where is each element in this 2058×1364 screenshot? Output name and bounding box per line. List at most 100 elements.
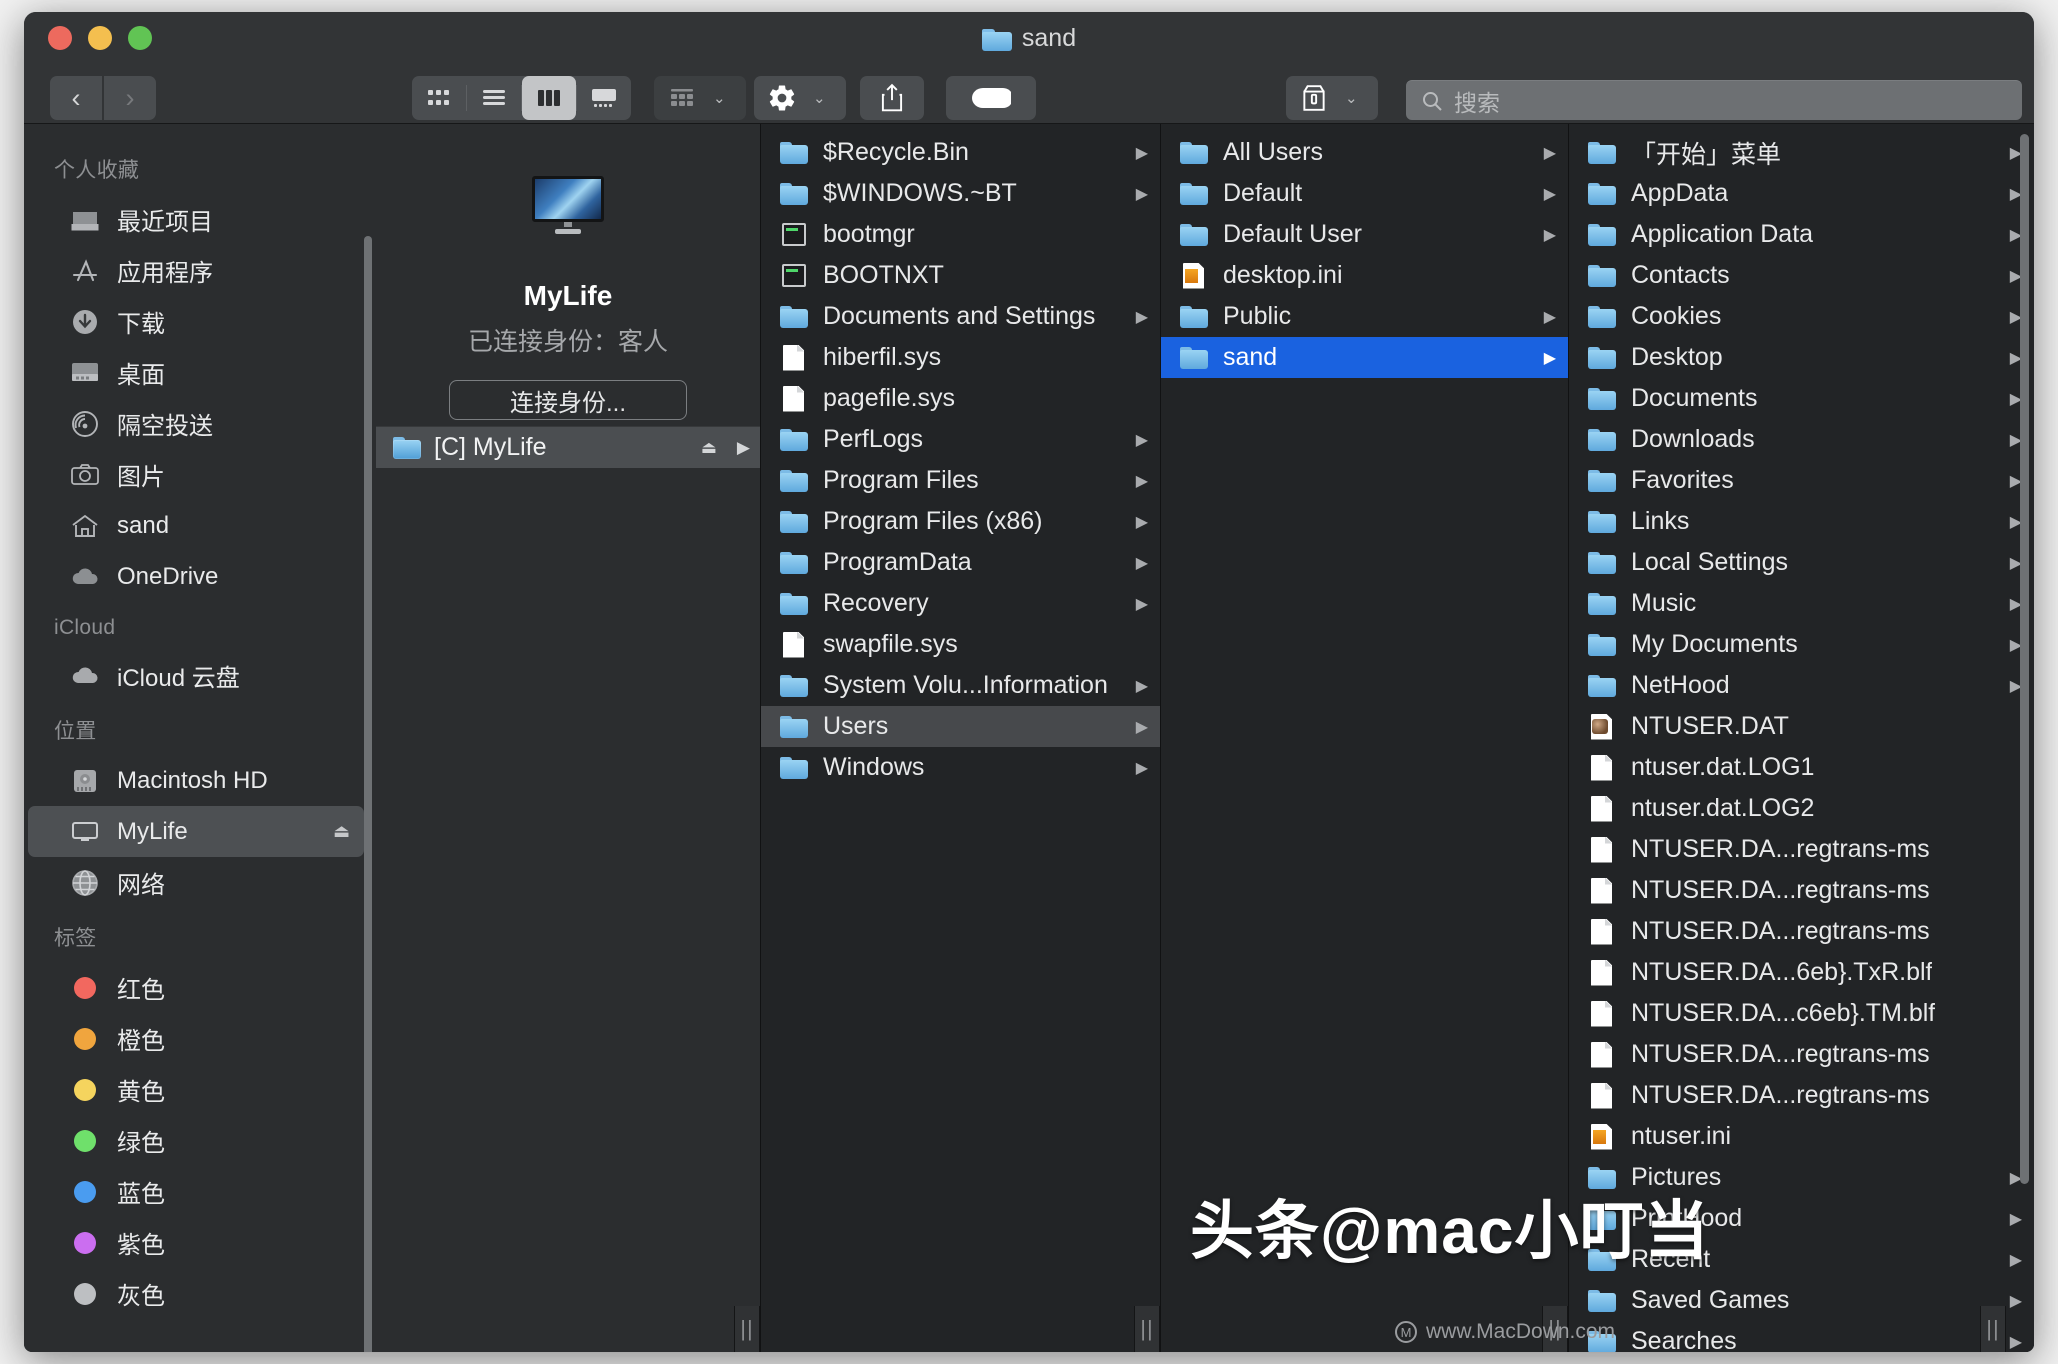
eject-icon[interactable]: ⏏ bbox=[333, 821, 350, 842]
sidebar-tag-purple[interactable]: 紫色 bbox=[28, 1217, 364, 1268]
list-item[interactable]: Music ▶ bbox=[1569, 583, 2034, 624]
list-item[interactable]: Local Settings ▶ bbox=[1569, 542, 2034, 583]
sidebar-item-applications[interactable]: 应用程序 bbox=[28, 245, 364, 296]
disclosure-arrow-icon[interactable]: ▶ bbox=[1136, 512, 1148, 532]
list-item[interactable]: Downloads ▶ bbox=[1569, 419, 2034, 460]
list-item[interactable]: Desktop ▶ bbox=[1569, 337, 2034, 378]
back-button[interactable]: ‹ bbox=[50, 76, 102, 120]
share-button[interactable] bbox=[860, 76, 924, 120]
sidebar-item-icloud-drive[interactable]: iCloud 云盘 bbox=[28, 650, 364, 701]
disclosure-arrow-icon[interactable]: ▶ bbox=[1544, 307, 1556, 327]
sidebar-item-network[interactable]: 网络 bbox=[28, 857, 364, 908]
list-item[interactable]: Favorites ▶ bbox=[1569, 460, 2034, 501]
list-item[interactable]: Documents ▶ bbox=[1569, 378, 2034, 419]
list-item[interactable]: NTUSER.DA...regtrans-ms bbox=[1569, 829, 2034, 870]
list-item[interactable]: PerfLogs ▶ bbox=[761, 419, 1160, 460]
disclosure-arrow-icon[interactable]: ▶ bbox=[1136, 594, 1148, 614]
search-field[interactable]: 搜索 bbox=[1406, 80, 2022, 120]
list-item[interactable]: Searches ▶ bbox=[1569, 1321, 2034, 1352]
close-button[interactable] bbox=[48, 26, 72, 50]
list-item[interactable]: Cookies ▶ bbox=[1569, 296, 2034, 337]
list-item[interactable]: AppData ▶ bbox=[1569, 173, 2034, 214]
sidebar-item-macintosh-hd[interactable]: Macintosh HD bbox=[28, 755, 364, 806]
list-item[interactable]: Links ▶ bbox=[1569, 501, 2034, 542]
list-item[interactable]: 「开始」菜单 ▶ bbox=[1569, 132, 2034, 173]
sidebar-item-airdrop[interactable]: 隔空投送 bbox=[28, 398, 364, 449]
disclosure-arrow-icon[interactable]: ▶ bbox=[1136, 430, 1148, 450]
list-item[interactable]: hiberfil.sys bbox=[761, 337, 1160, 378]
column-resize-grip[interactable]: || bbox=[1980, 1306, 2006, 1352]
sidebar-item-desktop[interactable]: 桌面 bbox=[28, 347, 364, 398]
disclosure-arrow-icon[interactable]: ▶ bbox=[1136, 184, 1148, 204]
disclosure-arrow-icon[interactable]: ▶ bbox=[1136, 471, 1148, 491]
list-item[interactable]: NTUSER.DAT bbox=[1569, 706, 2034, 747]
list-item[interactable]: Program Files (x86) ▶ bbox=[761, 501, 1160, 542]
list-item[interactable]: NTUSER.DA...6eb}.TxR.blf bbox=[1569, 952, 2034, 993]
disclosure-arrow-icon[interactable]: ▶ bbox=[1136, 307, 1148, 327]
sidebar-item-recents[interactable]: 最近项目 bbox=[28, 194, 364, 245]
disclosure-arrow-icon[interactable]: ▶ bbox=[1544, 225, 1556, 245]
disclosure-arrow-icon[interactable]: ▶ bbox=[2010, 1250, 2022, 1270]
list-item[interactable]: Windows ▶ bbox=[761, 747, 1160, 788]
list-item[interactable]: System Volu...Information ▶ bbox=[761, 665, 1160, 706]
minimize-button[interactable] bbox=[88, 26, 112, 50]
list-item[interactable]: swapfile.sys bbox=[761, 624, 1160, 665]
connect-as-button[interactable]: 连接身份... bbox=[449, 380, 687, 420]
disclosure-arrow-icon[interactable]: ▶ bbox=[1136, 758, 1148, 778]
eject-icon[interactable]: ⏏ bbox=[701, 438, 717, 458]
sidebar-tag-gray[interactable]: 灰色 bbox=[28, 1268, 364, 1319]
disclosure-arrow-icon[interactable]: ▶ bbox=[1136, 553, 1148, 573]
list-item[interactable]: ntuser.dat.LOG1 bbox=[1569, 747, 2034, 788]
edit-tags-button[interactable] bbox=[946, 76, 1036, 120]
list-item[interactable]: sand ▶ bbox=[1161, 337, 1568, 378]
list-item[interactable]: Pictures ▶ bbox=[1569, 1157, 2034, 1198]
list-item[interactable]: NTUSER.DA...regtrans-ms bbox=[1569, 911, 2034, 952]
icon-view-button[interactable] bbox=[412, 76, 466, 120]
gallery-view-button[interactable] bbox=[577, 76, 631, 120]
disclosure-arrow-icon[interactable]: ▶ bbox=[737, 438, 750, 458]
disclosure-arrow-icon[interactable]: ▶ bbox=[1136, 143, 1148, 163]
sidebar-tag-green[interactable]: 绿色 bbox=[28, 1115, 364, 1166]
list-item[interactable]: All Users ▶ bbox=[1161, 132, 1568, 173]
sidebar-item-home[interactable]: sand bbox=[28, 500, 364, 551]
sidebar-tag-red[interactable]: 红色 bbox=[28, 962, 364, 1013]
list-item[interactable]: BOOTNXT bbox=[761, 255, 1160, 296]
list-item[interactable]: Users ▶ bbox=[761, 706, 1160, 747]
column-scrollbar[interactable] bbox=[2020, 134, 2029, 1184]
disclosure-arrow-icon[interactable]: ▶ bbox=[2010, 1291, 2022, 1311]
list-item[interactable]: NTUSER.DA...regtrans-ms bbox=[1569, 1075, 2034, 1116]
list-item[interactable]: Saved Games ▶ bbox=[1569, 1280, 2034, 1321]
list-item[interactable]: Default User ▶ bbox=[1161, 214, 1568, 255]
list-item[interactable]: Documents and Settings ▶ bbox=[761, 296, 1160, 337]
disclosure-arrow-icon[interactable]: ▶ bbox=[1544, 143, 1556, 163]
list-item[interactable]: Recent ▶ bbox=[1569, 1239, 2034, 1280]
action-menu-button[interactable]: ⌄ bbox=[754, 76, 846, 120]
list-item[interactable]: ProgramData ▶ bbox=[761, 542, 1160, 583]
column-resize-grip[interactable]: || bbox=[734, 1306, 760, 1352]
list-item[interactable]: Contacts ▶ bbox=[1569, 255, 2034, 296]
sidebar-item-downloads[interactable]: 下载 bbox=[28, 296, 364, 347]
list-item[interactable]: desktop.ini bbox=[1161, 255, 1568, 296]
zoom-button[interactable] bbox=[128, 26, 152, 50]
column-view-button[interactable] bbox=[522, 76, 576, 120]
list-item[interactable]: $Recycle.Bin ▶ bbox=[761, 132, 1160, 173]
list-item[interactable]: NTUSER.DA...regtrans-ms bbox=[1569, 1034, 2034, 1075]
shared-volume-row[interactable]: [C] MyLife ⏏ ▶ bbox=[376, 426, 760, 468]
list-item[interactable]: NTUSER.DA...regtrans-ms bbox=[1569, 870, 2034, 911]
column-resize-grip[interactable]: || bbox=[1542, 1306, 1568, 1352]
dropbox-button[interactable]: ⌄ bbox=[1286, 76, 1378, 120]
list-item[interactable]: Recovery ▶ bbox=[761, 583, 1160, 624]
sidebar-tag-blue[interactable]: 蓝色 bbox=[28, 1166, 364, 1217]
sidebar-item-onedrive[interactable]: OneDrive bbox=[28, 551, 364, 602]
list-item[interactable]: Public ▶ bbox=[1161, 296, 1568, 337]
list-item[interactable]: ntuser.ini bbox=[1569, 1116, 2034, 1157]
sidebar-tag-orange[interactable]: 橙色 bbox=[28, 1013, 364, 1064]
sidebar-item-mylife[interactable]: MyLife ⏏ bbox=[28, 806, 364, 857]
sidebar-scrollbar[interactable] bbox=[364, 236, 372, 1352]
sidebar-item-pictures[interactable]: 图片 bbox=[28, 449, 364, 500]
forward-button[interactable]: › bbox=[104, 76, 156, 120]
disclosure-arrow-icon[interactable]: ▶ bbox=[1544, 348, 1556, 368]
list-item[interactable]: PrintHood ▶ bbox=[1569, 1198, 2034, 1239]
list-item[interactable]: Program Files ▶ bbox=[761, 460, 1160, 501]
list-view-button[interactable] bbox=[467, 76, 521, 120]
